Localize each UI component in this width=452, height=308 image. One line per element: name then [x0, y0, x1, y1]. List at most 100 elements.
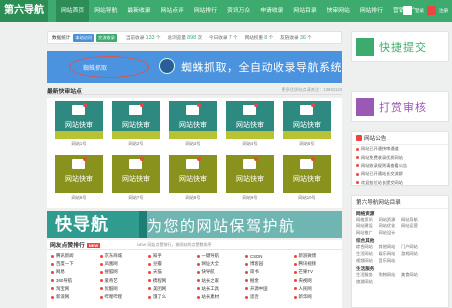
site-favicon-icon — [99, 254, 103, 258]
friendly-link[interactable]: 掘金 — [245, 277, 293, 285]
register-link[interactable]: 注册 — [439, 8, 448, 14]
friendly-link[interactable]: CSDN — [245, 252, 293, 260]
latest-note: 更多优质站点请关注：13943123 — [281, 87, 342, 92]
notice-item[interactable]: 欢迎各位站长提交网站 — [352, 179, 448, 187]
site-card[interactable]: 网站快审 网站3号 — [169, 101, 217, 151]
friendly-link[interactable]: 淘宝网 — [51, 285, 99, 293]
site-favicon-icon — [51, 254, 54, 258]
directory-link[interactable]: 网站导航 — [401, 217, 424, 224]
friendly-link[interactable]: 携程网 — [148, 277, 196, 285]
notice-item[interactable]: 网站已开通站长交流群 — [352, 170, 448, 178]
friendly-link[interactable]: 新浪网 — [51, 293, 99, 301]
friendly-link[interactable]: 一键导航 — [196, 252, 245, 260]
kd-banner[interactable]: 快导航 为您的网站保驾护航 — [47, 211, 342, 238]
directory-link[interactable]: 音乐网站 — [379, 258, 402, 265]
quick-submit-button[interactable]: 快捷提交 — [351, 31, 449, 62]
nav-item[interactable]: 网站点评 — [156, 0, 189, 22]
site-card[interactable]: 网站快审 网站8号 — [169, 155, 217, 205]
kd-banner-slogan: 为您的网站保驾护航 — [147, 218, 296, 235]
user-icon[interactable] — [403, 6, 412, 15]
directory-link[interactable]: 其他网站 — [379, 244, 402, 251]
friendly-link[interactable]: 360导航 — [51, 277, 99, 285]
friendly-link[interactable]: 天猫 — [148, 268, 196, 276]
nav-item[interactable]: 最新收录 — [122, 0, 155, 22]
directory-link[interactable]: 网站设计 — [379, 230, 402, 237]
stats-tag[interactable]: 本站访问 — [73, 33, 95, 42]
friendly-link[interactable]: 芒果TV — [293, 268, 342, 276]
friendly-column: 新浪微博 腾讯视频 芒果TV 央视网 人民网 新华网 — [293, 252, 342, 301]
directory-link[interactable]: 视频网站 — [356, 258, 379, 265]
nav-item-home[interactable]: 网站首页 — [56, 0, 90, 22]
friendly-link[interactable]: 思否 — [245, 293, 293, 301]
friendly-link[interactable]: 腾讯新闻 — [51, 252, 99, 260]
stats-tag[interactable]: 交流收录 — [96, 33, 117, 42]
site-card[interactable]: 网站快审 网站1号 — [55, 101, 103, 151]
friendly-link[interactable]: 搜狐网 — [99, 268, 148, 276]
site-card[interactable]: 网站快审 网站7号 — [112, 155, 160, 205]
site-card[interactable]: 网站快审 网站4号 — [226, 101, 274, 151]
friendly-link[interactable]: 开源中国 — [245, 285, 293, 293]
directory-link[interactable]: 美食网站 — [401, 272, 424, 279]
register-icon[interactable] — [427, 6, 436, 15]
friendly-link[interactable]: 百度一下 — [51, 260, 99, 268]
friendly-link[interactable]: 豆瓣 — [148, 260, 196, 268]
friendly-link[interactable]: 站长工具 — [196, 285, 245, 293]
directory-link[interactable]: 网站资源 — [379, 217, 402, 224]
directory-link[interactable]: 网站建设 — [356, 223, 379, 230]
friendly-link[interactable]: 腾讯视频 — [293, 260, 342, 268]
friendly-link[interactable]: 知乎 — [148, 252, 196, 260]
nav-item[interactable]: 网站排行 — [355, 0, 388, 22]
directory-link[interactable]: 网站推广 — [356, 230, 379, 237]
paid-audit-button[interactable]: 打赏审核 — [351, 91, 449, 122]
friendly-link[interactable]: 站长之家 — [196, 277, 245, 285]
login-link[interactable]: 登录 — [415, 8, 424, 14]
friendly-link[interactable]: 凤凰网 — [99, 260, 148, 268]
notice-item[interactable]: 网站免费收录优质网站 — [352, 153, 448, 161]
friendly-link[interactable]: 博客园 — [245, 260, 293, 268]
nav-item[interactable]: 申请收录 — [255, 0, 288, 22]
site-favicon-icon — [99, 279, 103, 283]
friendly-link[interactable]: 人民网 — [293, 285, 342, 293]
directory-link[interactable]: 生活网站 — [356, 251, 379, 258]
directory-link[interactable]: 生活服务 — [356, 272, 379, 279]
site-favicon-icon — [293, 262, 297, 266]
friendly-link[interactable]: 京东商城 — [99, 252, 148, 260]
notice-item[interactable]: 网站收录规则请查看公告 — [352, 162, 448, 170]
site-card[interactable]: 网站快审 网站9号 — [226, 155, 274, 205]
friendly-link[interactable]: 新华网 — [293, 293, 342, 301]
friendly-link[interactable]: 站长素材 — [196, 293, 245, 301]
friendly-link[interactable]: 网易 — [51, 268, 99, 276]
spider-banner[interactable]: 蜘蛛抓取 蜘蛛抓取，全自动收录导航系统 — [47, 51, 342, 83]
friendly-link[interactable]: 饿了么 — [148, 293, 196, 301]
friendly-link[interactable]: 新浪微博 — [293, 252, 342, 260]
directory-link[interactable]: 综合网站 — [356, 244, 379, 251]
nav-item[interactable]: 资讯万众 — [222, 0, 255, 22]
nav-item[interactable]: 网站目录 — [288, 0, 321, 22]
friendly-link[interactable]: 优酷网 — [99, 285, 148, 293]
friendly-link[interactable]: 美团网 — [148, 285, 196, 293]
nav-item[interactable]: 网站导航 — [89, 0, 122, 22]
friendly-link[interactable]: 网址大全 — [196, 260, 245, 268]
directory-link[interactable]: 网络资讯 — [356, 217, 379, 224]
site-card[interactable]: 网站快审 网站10号 — [283, 155, 331, 205]
site-card[interactable]: 网站快审 网站2号 — [112, 101, 160, 151]
directory-link[interactable]: 游戏网站 — [401, 251, 424, 258]
friendly-link[interactable]: 爱奇艺 — [99, 277, 148, 285]
directory-link[interactable]: 娱乐网站 — [379, 251, 402, 258]
directory-link[interactable]: 旅游网站 — [356, 279, 379, 286]
directory-link[interactable]: 门户网站 — [401, 244, 424, 251]
friendly-link[interactable]: 简书 — [245, 268, 293, 276]
directory-link[interactable]: 购物网站 — [379, 272, 402, 279]
site-logo[interactable]: 第六导航 — [0, 0, 48, 22]
directory-link[interactable]: 网站优化 — [379, 223, 402, 230]
friendly-link[interactable]: 快导航 — [196, 268, 245, 276]
site-card[interactable]: 网站快审 网站6号 — [55, 155, 103, 205]
directory-link[interactable]: 网站运营 — [401, 223, 424, 230]
site-favicon-icon — [245, 295, 248, 299]
nav-item[interactable]: 快审网站 — [322, 0, 355, 22]
nav-item[interactable]: 网站排行 — [189, 0, 222, 22]
friendly-link[interactable]: 哔哩哔哩 — [99, 293, 148, 301]
notice-item[interactable]: 网站已开通快审通道 — [352, 145, 448, 153]
friendly-link[interactable]: 央视网 — [293, 277, 342, 285]
site-card[interactable]: 网站快审 网站5号 — [283, 101, 331, 151]
